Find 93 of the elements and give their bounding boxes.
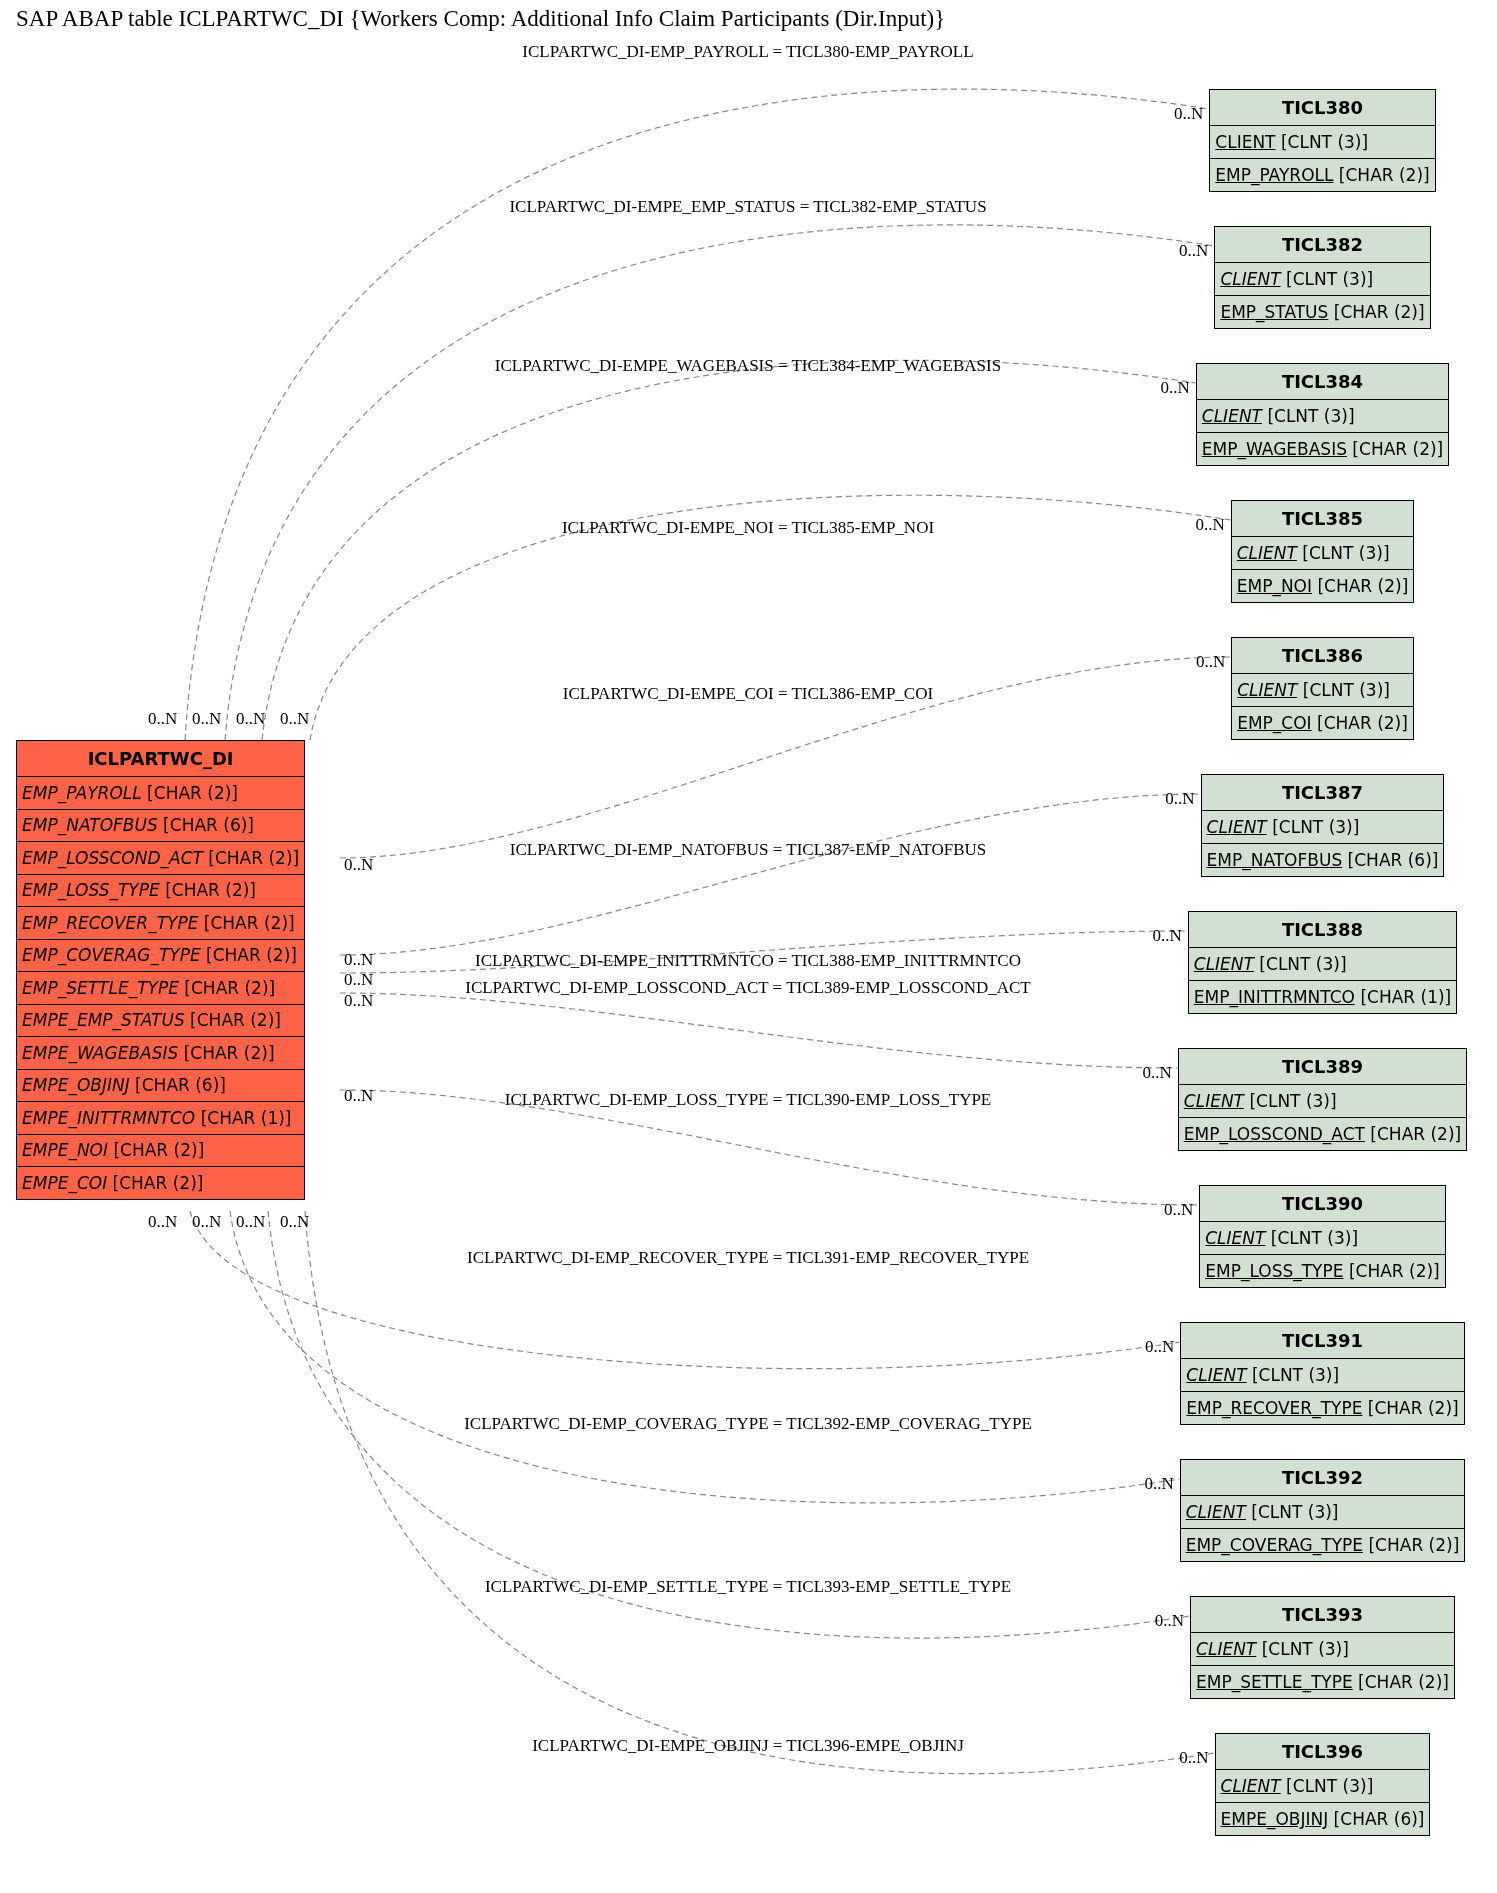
field-row: EMP_SETTLE_TYPE [CHAR (2)] <box>16 971 305 1004</box>
table-title: TICL380 <box>1209 89 1436 126</box>
relation-label: ICLPARTWC_DI-EMP_SETTLE_TYPE = TICL393-EMP_SETTLE_TYPE <box>484 1577 1012 1597</box>
relation-label: ICLPARTWC_DI-EMPE_NOI = TICL385-EMP_NOI <box>561 518 935 538</box>
field-row: EMP_WAGEBASIS [CHAR (2)] <box>1196 432 1449 466</box>
field-row: EMP_COVERAG_TYPE [CHAR (2)] <box>1180 1528 1465 1562</box>
cardinality-label: 0..N <box>1144 1474 1174 1494</box>
cardinality-label: 0..N <box>1179 241 1209 261</box>
field-row: EMP_NATOFBUS [CHAR (6)] <box>16 809 305 842</box>
cardinality-label: 0..N <box>344 855 374 875</box>
field-row: EMP_RECOVER_TYPE [CHAR (2)] <box>16 906 305 939</box>
cardinality-label: 0..N <box>236 709 266 729</box>
table-title: TICL385 <box>1231 500 1414 537</box>
field-row: EMPE_INITTRMNTCO [CHAR (1)] <box>16 1101 305 1134</box>
cardinality-label: 0..N <box>1160 378 1190 398</box>
field-row: CLIENT [CLNT (3)] <box>1214 262 1431 296</box>
relation-label: ICLPARTWC_DI-EMPE_OBJINJ = TICL396-EMPE_OBJINJ <box>532 1736 964 1756</box>
relation-label: ICLPARTWC_DI-EMP_RECOVER_TYPE = TICL391-EMP_RECOVER_TYPE <box>467 1248 1029 1268</box>
cardinality-label: 0..N <box>1165 789 1195 809</box>
cardinality-label: 0..N <box>344 1086 374 1106</box>
field-row: EMP_NOI [CHAR (2)] <box>1231 569 1414 603</box>
relation-label: ICLPARTWC_DI-EMP_COVERAG_TYPE = TICL392-EMP_COVERAG_TYPE <box>464 1414 1032 1434</box>
cardinality-label: 0..N <box>344 950 374 970</box>
field-row: CLIENT [CLNT (3)] <box>1188 947 1457 981</box>
field-row: EMP_COI [CHAR (2)] <box>1231 706 1414 740</box>
table-title: TICL382 <box>1214 226 1431 263</box>
relation-label: ICLPARTWC_DI-EMPE_EMP_STATUS = TICL382-EMP_STATUS <box>509 197 987 217</box>
cardinality-label: 0..N <box>236 1212 266 1232</box>
relation-label: ICLPARTWC_DI-EMP_PAYROLL = TICL380-EMP_PAYROLL <box>522 42 974 62</box>
cardinality-label: 0..N <box>1152 926 1182 946</box>
diagram-title: SAP ABAP table ICLPARTWC_DI {Workers Comp: Additional Info Claim Participants (Dir.Input)} <box>15 5 947 32</box>
field-row: CLIENT [CLNT (3)] <box>1178 1084 1467 1118</box>
relation-label: ICLPARTWC_DI-EMP_LOSS_TYPE = TICL390-EMP_LOSS_TYPE <box>504 1090 992 1110</box>
cardinality-label: 0..N <box>1145 1337 1175 1357</box>
cardinality-label: 0..N <box>1195 652 1226 672</box>
table-title: TICL390 <box>1199 1185 1446 1222</box>
field-row: EMP_LOSS_TYPE [CHAR (2)] <box>1199 1254 1446 1288</box>
field-row: EMP_INITTRMNTCO [CHAR (1)] <box>1188 980 1457 1014</box>
table-title: ICLPARTWC_DI <box>16 740 305 777</box>
field-row: EMP_PAYROLL [CHAR (2)] <box>1209 158 1436 192</box>
cardinality-label: 0..N <box>148 1212 178 1232</box>
cardinality-label: 0..N <box>192 709 222 729</box>
table-title: TICL396 <box>1215 1733 1430 1770</box>
field-row: EMP_STATUS [CHAR (2)] <box>1214 295 1431 329</box>
field-row: EMP_LOSS_TYPE [CHAR (2)] <box>16 874 305 907</box>
relation-label: ICLPARTWC_DI-EMPE_INITTRMNTCO = TICL388-EMP_INITTRMNTCO <box>475 951 1021 971</box>
cardinality-label: 0..N <box>1142 1063 1172 1083</box>
table-title: TICL392 <box>1180 1459 1465 1496</box>
field-row: CLIENT [CLNT (3)] <box>1180 1358 1465 1392</box>
table-title: TICL388 <box>1188 911 1457 948</box>
field-row: CLIENT [CLNT (3)] <box>1190 1632 1455 1666</box>
field-row: EMP_COVERAG_TYPE [CHAR (2)] <box>16 939 305 972</box>
field-row: EMP_LOSSCOND_ACT [CHAR (2)] <box>1178 1117 1467 1151</box>
field-row: EMP_NATOFBUS [CHAR (6)] <box>1201 843 1444 877</box>
cardinality-label: 0..N <box>192 1212 222 1232</box>
field-row: CLIENT [CLNT (3)] <box>1231 673 1414 707</box>
field-row: EMPE_WAGEBASIS [CHAR (2)] <box>16 1036 305 1069</box>
field-row: EMPE_OBJINJ [CHAR (6)] <box>1215 1802 1430 1836</box>
field-row: EMPE_EMP_STATUS [CHAR (2)] <box>16 1004 305 1037</box>
field-row: EMP_PAYROLL [CHAR (2)] <box>16 776 305 809</box>
cardinality-label: 0..N <box>280 709 310 729</box>
cardinality-label: 0..N <box>280 1212 310 1232</box>
field-row: CLIENT [CLNT (3)] <box>1199 1221 1446 1255</box>
field-row: EMPE_OBJINJ [CHAR (6)] <box>16 1069 305 1102</box>
relation-label: ICLPARTWC_DI-EMP_NATOFBUS = TICL387-EMP_NATOFBUS <box>509 840 987 860</box>
relation-label: ICLPARTWC_DI-EMPE_WAGEBASIS = TICL384-EMP_WAGEBASIS <box>494 356 1002 376</box>
field-row: CLIENT [CLNT (3)] <box>1196 399 1449 433</box>
field-row: EMP_LOSSCOND_ACT [CHAR (2)] <box>16 841 305 874</box>
table-title: TICL386 <box>1231 637 1414 674</box>
table-title: TICL393 <box>1190 1596 1455 1633</box>
cardinality-label: 0..N <box>1179 1748 1209 1768</box>
relation-label: ICLPARTWC_DI-EMPE_COI = TICL386-EMP_COI <box>562 684 934 704</box>
field-row: CLIENT [CLNT (3)] <box>1209 125 1436 159</box>
field-row: CLIENT [CLNT (3)] <box>1215 1769 1430 1803</box>
cardinality-label: 0..N <box>344 991 374 1011</box>
field-row: EMPE_COI [CHAR (2)] <box>16 1166 305 1199</box>
field-row: CLIENT [CLNT (3)] <box>1201 810 1444 844</box>
field-row: CLIENT [CLNT (3)] <box>1180 1495 1465 1529</box>
field-row: EMPE_NOI [CHAR (2)] <box>16 1134 305 1167</box>
relation-label: ICLPARTWC_DI-EMP_LOSSCOND_ACT = TICL389-EMP_LOSSCOND_ACT <box>465 978 1031 998</box>
cardinality-label: 0..N <box>1195 515 1225 535</box>
table-title: TICL387 <box>1201 774 1444 811</box>
cardinality-label: 0..N <box>148 709 178 729</box>
table-title: TICL384 <box>1196 363 1449 400</box>
cardinality-label: 0..N <box>1174 104 1204 124</box>
cardinality-label: 0..N <box>1163 1200 1194 1220</box>
table-title: TICL391 <box>1180 1322 1465 1359</box>
field-row: CLIENT [CLNT (3)] <box>1231 536 1414 570</box>
cardinality-label: 0..N <box>344 970 374 990</box>
field-row: EMP_SETTLE_TYPE [CHAR (2)] <box>1190 1665 1455 1699</box>
field-row: EMP_RECOVER_TYPE [CHAR (2)] <box>1180 1391 1465 1425</box>
table-title: TICL389 <box>1178 1048 1467 1085</box>
cardinality-label: 0..N <box>1154 1611 1185 1631</box>
